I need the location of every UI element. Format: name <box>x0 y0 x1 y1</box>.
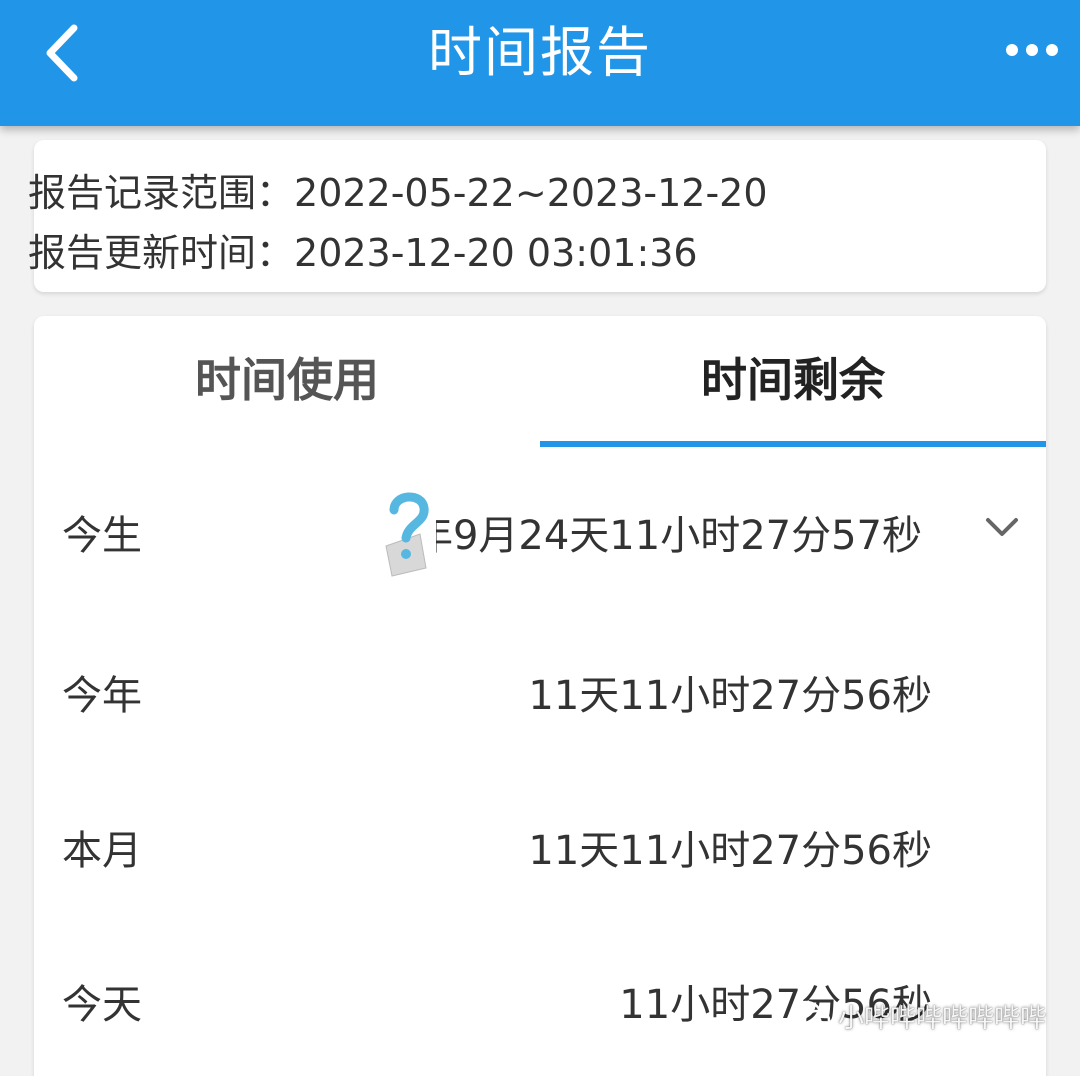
more-horizontal-icon[interactable] <box>1004 30 1060 70</box>
row-today-label: 今天 <box>62 982 142 1028</box>
watermark-text: 小哔哔哔哔哔哔哔 <box>837 1003 1046 1034</box>
question-mark-sticker-icon <box>376 486 436 578</box>
report-range-value: 2022-05-22~2023-12-20 <box>294 171 768 215</box>
row-lifetime-label: 今生 <box>62 513 142 559</box>
report-updated-label: 报告更新时间： <box>28 231 295 275</box>
report-range-line: 报告记录范围：2022-05-22~2023-12-20 <box>28 162 768 217</box>
row-lifetime-value: 年9月24天11小时27分57秒 <box>412 513 922 559</box>
tab-time-remaining[interactable]: 时间剩余 <box>540 330 1046 430</box>
report-updated-value: 2023-12-20 03:01:36 <box>294 231 698 275</box>
report-range-label: 报告记录范围： <box>28 171 295 215</box>
app-header: 时间报告 <box>0 0 1080 126</box>
row-this-month-label: 本月 <box>62 828 142 874</box>
row-this-month-value: 11天11小时27分56秒 <box>528 828 932 874</box>
row-this-year-label: 今年 <box>62 673 142 719</box>
wechat-icon <box>790 1000 831 1031</box>
chevron-down-icon[interactable] <box>984 512 1020 542</box>
watermark: 小哔哔哔哔哔哔哔 <box>790 996 1046 1036</box>
row-this-year-value: 11天11小时27分56秒 <box>528 673 932 719</box>
page-title: 时间报告 <box>428 21 652 84</box>
report-updated-line: 报告更新时间：2023-12-20 03:01:36 <box>28 222 698 277</box>
tab-time-usage[interactable]: 时间使用 <box>34 330 540 430</box>
tab-selected-indicator <box>540 441 1046 447</box>
chevron-left-icon[interactable] <box>30 18 100 88</box>
